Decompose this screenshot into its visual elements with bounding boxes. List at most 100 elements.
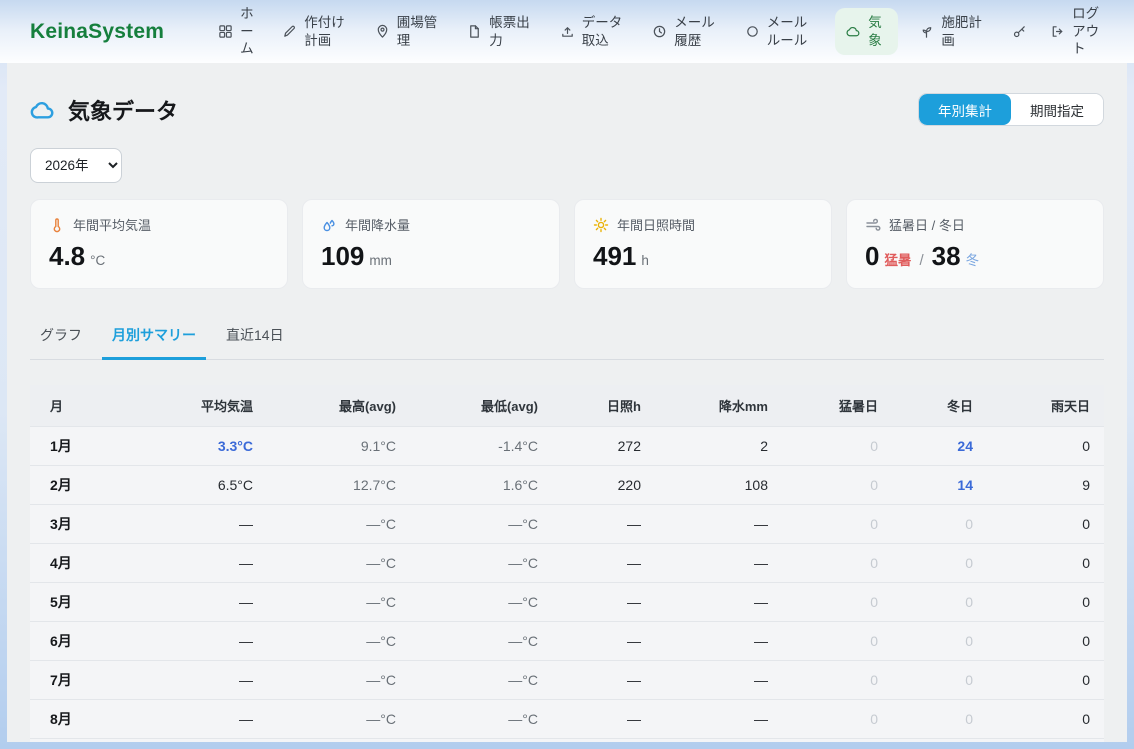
column-header: 冬日 — [892, 385, 987, 427]
cloud-icon — [846, 24, 861, 39]
value-cell: — — [655, 544, 782, 583]
nav-item-label: メールルール — [767, 14, 814, 50]
month-cell: 2月 — [30, 466, 140, 505]
value-cell: 12.7°C — [267, 466, 410, 505]
value-cell: 0 — [892, 739, 987, 743]
table-row: 7月——°C—°C——000 — [30, 661, 1104, 700]
month-cell: 8月 — [30, 700, 140, 739]
value-cell: — — [552, 661, 655, 700]
nav-item-planting-plan[interactable]: 作付け計画 — [280, 8, 353, 56]
upload-icon — [560, 24, 575, 39]
stat-unit: °C — [90, 253, 105, 268]
table-row: 9月——°C—°C——000 — [30, 739, 1104, 743]
value-cell: —°C — [267, 622, 410, 661]
column-header: 雨天日 — [987, 385, 1104, 427]
value-cell: 0 — [892, 622, 987, 661]
winter-days-count: 38 — [932, 241, 961, 272]
stat-card-label: 年間日照時間 — [617, 215, 695, 234]
nav-menu: ホーム 作付け計画圃場管理帳票出力データ取込メール履歴 メールルール 気象施肥計画 ログ… — [216, 0, 1108, 64]
year-select[interactable]: 2026年 — [30, 148, 122, 183]
value-cell: — — [140, 739, 267, 743]
value-cell: — — [655, 661, 782, 700]
map-pin-icon — [375, 24, 390, 39]
nav-item-report-output[interactable]: 帳票出力 — [465, 8, 538, 56]
monthly-summary-table: 月平均気温最高(avg)最低(avg)日照h降水mm猛暑日冬日雨天日 1月3.3… — [30, 385, 1104, 742]
value-cell: — — [552, 505, 655, 544]
month-cell: 9月 — [30, 739, 140, 743]
value-cell: —°C — [267, 505, 410, 544]
nav-item-data-import[interactable]: データ取込 — [558, 8, 631, 56]
yearly-summary-button[interactable]: 年別集計 — [919, 94, 1011, 125]
column-header: 猛暑日 — [782, 385, 892, 427]
droplets-icon — [321, 217, 337, 233]
value-cell: —°C — [267, 739, 410, 743]
key-icon — [1012, 24, 1027, 39]
nav-item-mail-history[interactable]: メール履歴 — [650, 8, 723, 56]
nav-item-field-management[interactable]: 圃場管理 — [373, 8, 446, 56]
value-cell: 0 — [892, 661, 987, 700]
value-cell: 0 — [987, 661, 1104, 700]
value-cell: — — [140, 544, 267, 583]
value-cell: 9.1°C — [267, 427, 410, 466]
stat-card-rainfall: 年間降水量109mm — [302, 199, 560, 289]
column-header: 平均気温 — [140, 385, 267, 427]
value-cell: 108 — [655, 466, 782, 505]
table-row: 3月——°C—°C——000 — [30, 505, 1104, 544]
page-header: 気象データ 年別集計 期間指定 — [30, 93, 1104, 126]
main-content: 気象データ 年別集計 期間指定 2026年 年間平均気温 4.8°C 年間降水量10… — [7, 63, 1127, 742]
nav-item-weather[interactable]: 気象 — [835, 8, 898, 56]
nav-item-fertilization-plan[interactable]: 施肥計画 — [917, 8, 990, 56]
tab-graph[interactable]: グラフ — [30, 315, 92, 360]
stat-card-value: 491h — [593, 241, 813, 272]
value-cell: —°C — [410, 544, 552, 583]
table-row: 1月3.3°C9.1°C-1.4°C27220240 — [30, 427, 1104, 466]
nav-item-key[interactable] — [1010, 18, 1029, 45]
tab-recent-14-days[interactable]: 直近14日 — [216, 315, 294, 360]
value-cell: 6.5°C — [140, 466, 267, 505]
period-select-button[interactable]: 期間指定 — [1011, 94, 1103, 125]
column-header: 降水mm — [655, 385, 782, 427]
month-cell: 6月 — [30, 622, 140, 661]
stat-card-value: 109mm — [321, 241, 541, 272]
value-cell[interactable]: 14 — [892, 466, 987, 505]
winter-days-tag: 冬 — [966, 249, 980, 269]
value-cell: 0 — [892, 583, 987, 622]
nav-item-home[interactable]: ホーム — [216, 0, 261, 64]
value-cell: — — [140, 622, 267, 661]
value-cell: — — [552, 739, 655, 743]
stat-card-value: 4.8°C — [49, 241, 269, 272]
app-logo[interactable]: KeinaSystem — [30, 20, 164, 44]
value-cell: 0 — [987, 700, 1104, 739]
column-header: 日照h — [552, 385, 655, 427]
value-cell[interactable]: 3.3°C — [140, 427, 267, 466]
value-cell: — — [552, 700, 655, 739]
value-cell: —°C — [410, 661, 552, 700]
value-cell: — — [655, 622, 782, 661]
hot-days-tag: 猛暑 — [884, 249, 911, 269]
value-cell[interactable]: 24 — [892, 427, 987, 466]
tab-monthly-summary[interactable]: 月別サマリー — [102, 315, 206, 360]
nav-item-label: 気象 — [868, 14, 887, 50]
pencil-icon — [282, 24, 297, 39]
nav-item-logout[interactable]: ログアウト — [1048, 0, 1108, 64]
nav-item-mail-rules[interactable]: メールルール — [743, 8, 816, 56]
hot-days-count: 0 — [865, 241, 879, 272]
circle-icon — [745, 24, 760, 39]
table-header-row: 月平均気温最高(avg)最低(avg)日照h降水mm猛暑日冬日雨天日 — [30, 385, 1104, 427]
nav-item-label: ホーム — [240, 5, 259, 58]
value-cell: 2 — [655, 427, 782, 466]
stat-card-extreme-days: 猛暑日 / 冬日0猛暑/38冬 — [846, 199, 1104, 289]
history-icon — [652, 24, 667, 39]
value-cell: —°C — [267, 583, 410, 622]
stat-card-label: 年間平均気温 — [73, 215, 151, 234]
value-cell: —°C — [410, 739, 552, 743]
nav-item-label: ログアウト — [1072, 5, 1106, 58]
value-cell: 1.6°C — [410, 466, 552, 505]
home-grid-icon — [218, 24, 233, 39]
value-cell: — — [655, 583, 782, 622]
value-cell: 0 — [892, 700, 987, 739]
value-cell: -1.4°C — [410, 427, 552, 466]
value-cell: —°C — [410, 505, 552, 544]
value-cell: —°C — [410, 583, 552, 622]
value-cell: —°C — [267, 661, 410, 700]
